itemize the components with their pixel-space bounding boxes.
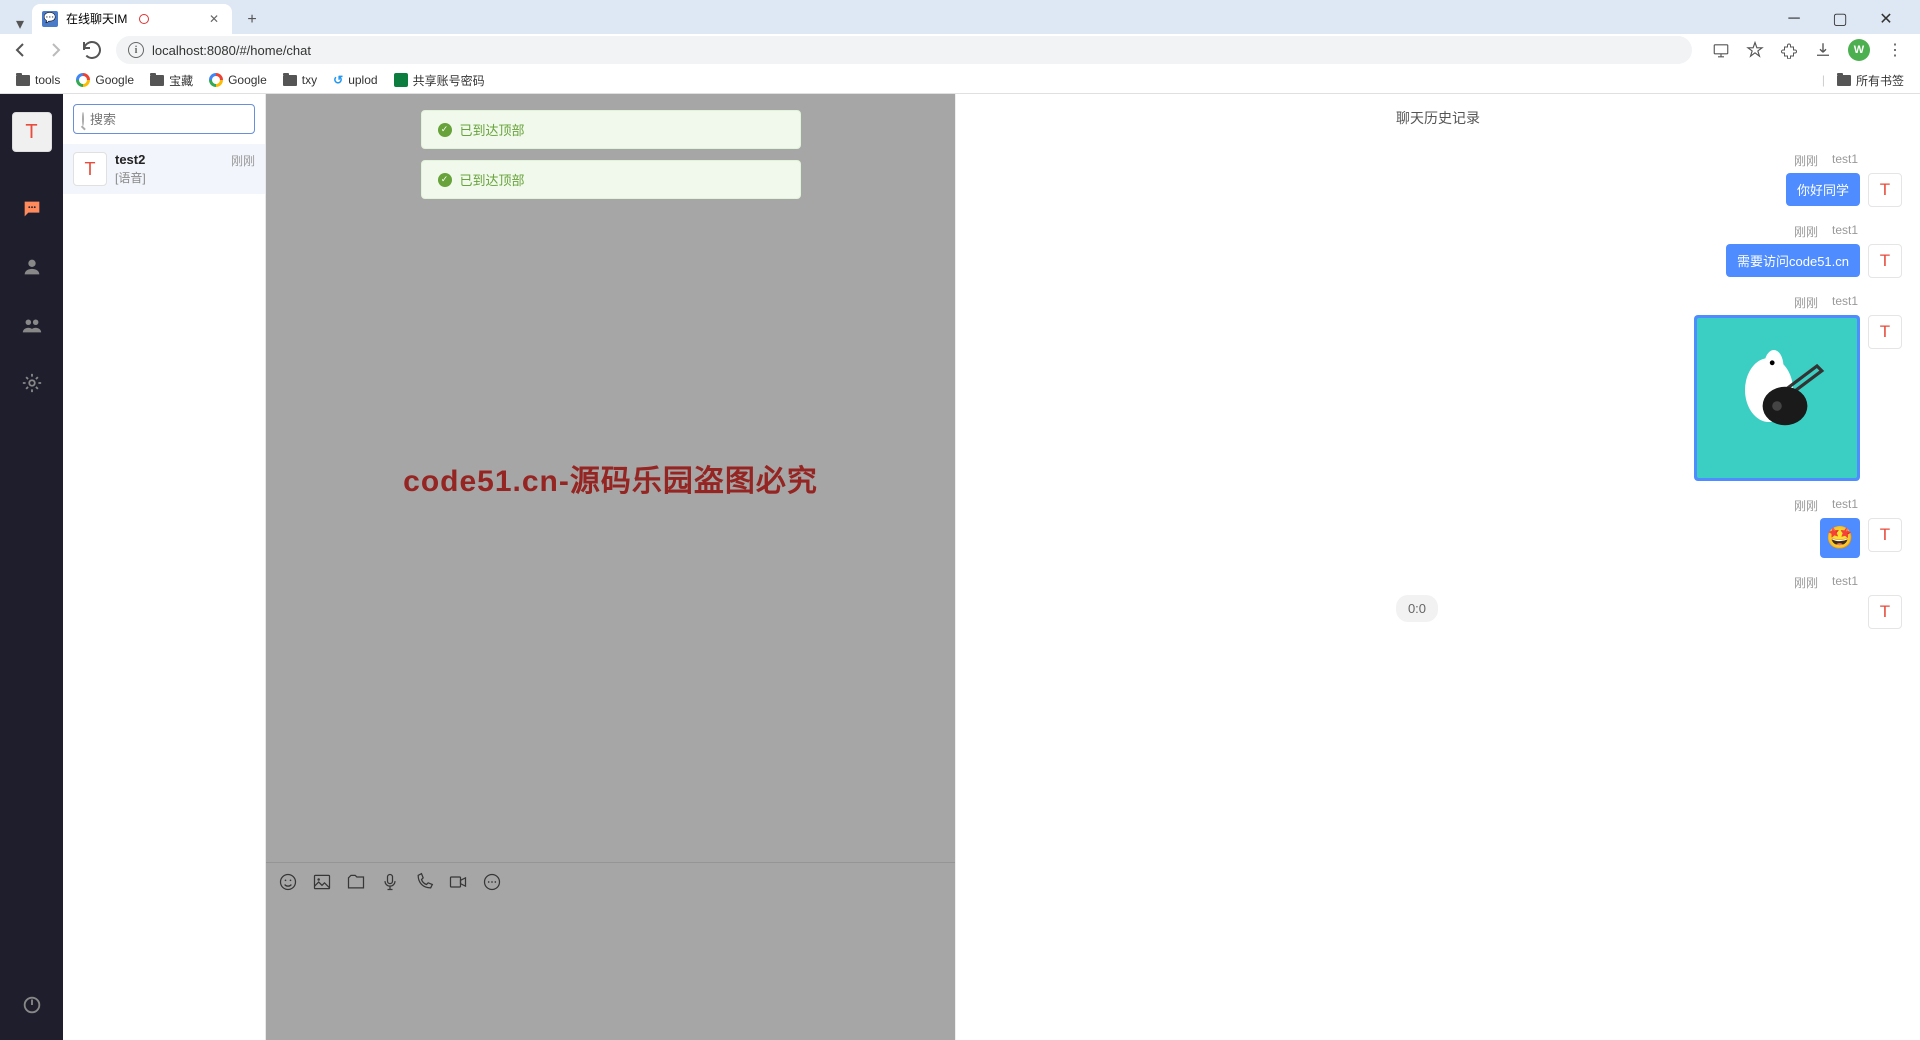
url-text: localhost:8080/#/home/chat — [152, 43, 311, 58]
window-controls: ─ ▢ ✕ — [1772, 4, 1912, 34]
bookmark-upload[interactable]: ↺uplod — [327, 71, 383, 89]
tab-favicon-icon: 💬 — [42, 11, 58, 27]
history-title: 聊天历史记录 — [956, 94, 1920, 142]
bookmark-password[interactable]: 共享账号密码 — [388, 70, 491, 91]
chat-area: ✓ 已到达顶部 ✓ 已到达顶部 code51.cn-源码乐园盗图必究 — [266, 94, 955, 1040]
group-icon[interactable] — [21, 314, 43, 336]
bookmark-tools[interactable]: tools — [10, 71, 66, 89]
success-icon: ✓ — [438, 173, 452, 187]
url-input[interactable]: i localhost:8080/#/home/chat — [116, 36, 1692, 64]
contacts-icon[interactable] — [21, 256, 43, 278]
message-bubble[interactable]: 需要访问code51.cn — [1726, 244, 1860, 277]
close-window-button[interactable]: ✕ — [1864, 4, 1908, 34]
chat-toolbar — [266, 862, 955, 900]
toast-notification: ✓ 已到达顶部 — [421, 110, 801, 149]
address-bar: i localhost:8080/#/home/chat W ⋮ — [0, 34, 1920, 68]
emoji-icon: 🤩 — [1824, 522, 1856, 554]
password-icon — [394, 73, 408, 87]
back-button[interactable] — [8, 38, 32, 62]
browser-chrome: ▾ 💬 在线聊天IM ✕ + ─ ▢ ✕ i localhost:8080/#/… — [0, 0, 1920, 94]
bookmark-google-2[interactable]: Google — [203, 71, 273, 89]
more-button-icon[interactable] — [482, 872, 502, 892]
browser-tab[interactable]: 💬 在线聊天IM ✕ — [32, 4, 232, 34]
tab-bar: ▾ 💬 在线聊天IM ✕ + ─ ▢ ✕ — [0, 0, 1920, 34]
maximize-button[interactable]: ▢ — [1818, 4, 1862, 34]
contact-time: 刚刚 — [231, 152, 255, 186]
search-input-wrap[interactable] — [73, 104, 255, 134]
contact-item[interactable]: T test2 [语音] 刚刚 — [63, 144, 265, 194]
message-item: 刚刚test1 你好同学 T — [974, 152, 1902, 207]
bookmarks-bar: tools Google 宝藏 Google txy ↺uplod 共享账号密码… — [0, 67, 1920, 93]
message-item: 刚刚test1 需要访问code51.cn T — [974, 223, 1902, 278]
app-root: T T test2 [语音] 刚刚 — [0, 94, 1920, 1040]
forward-button[interactable] — [44, 38, 68, 62]
mic-button-icon[interactable] — [380, 872, 400, 892]
power-icon[interactable] — [21, 994, 43, 1016]
reload-button[interactable] — [80, 38, 104, 62]
video-button-icon[interactable] — [448, 872, 468, 892]
extensions-icon[interactable] — [1780, 41, 1798, 59]
screen-icon[interactable] — [1712, 41, 1730, 59]
google-icon — [209, 73, 223, 87]
minimize-button[interactable]: ─ — [1772, 4, 1816, 34]
file-button-icon[interactable] — [346, 872, 366, 892]
tab-title: 在线聊天IM — [66, 10, 127, 27]
search-input[interactable] — [90, 112, 266, 127]
call-button-icon[interactable] — [414, 872, 434, 892]
close-tab-icon[interactable]: ✕ — [206, 11, 222, 27]
star-icon[interactable] — [1746, 41, 1764, 59]
new-tab-button[interactable]: + — [238, 6, 266, 34]
all-bookmarks[interactable]: 所有书签 — [1831, 70, 1910, 91]
bookmark-google[interactable]: Google — [70, 71, 140, 89]
message-avatar[interactable]: T — [1868, 315, 1902, 349]
folder-icon — [150, 75, 164, 86]
menu-icon[interactable]: ⋮ — [1886, 41, 1904, 59]
history-messages[interactable]: 刚刚test1 你好同学 T 刚刚test1 需要访问code51.cn T 刚… — [956, 142, 1920, 1040]
image-button-icon[interactable] — [312, 872, 332, 892]
bookmark-txy[interactable]: txy — [277, 71, 323, 89]
message-sticker[interactable] — [1694, 315, 1860, 481]
site-info-icon[interactable]: i — [128, 42, 144, 58]
folder-icon — [16, 75, 30, 86]
bookmark-baozang[interactable]: 宝藏 — [144, 70, 199, 91]
contact-list: T test2 [语音] 刚刚 — [63, 94, 266, 1040]
upload-icon: ↺ — [333, 73, 343, 87]
search-icon — [82, 112, 84, 126]
message-avatar[interactable]: T — [1868, 173, 1902, 207]
audio-duration[interactable]: 0:0 — [1396, 595, 1438, 622]
message-avatar[interactable]: T — [1868, 518, 1902, 552]
message-item: 刚刚test1 T — [974, 294, 1902, 481]
folder-icon — [1837, 75, 1851, 86]
emoji-button-icon[interactable] — [278, 872, 298, 892]
message-emoji[interactable]: 🤩 — [1820, 518, 1860, 558]
chat-input[interactable] — [266, 900, 955, 1040]
chat-icon[interactable] — [21, 198, 43, 220]
message-item: 刚刚test1 0:0 T — [974, 574, 1902, 629]
toast-notification: ✓ 已到达顶部 — [421, 160, 801, 199]
contact-avatar: T — [73, 152, 107, 186]
user-avatar[interactable]: T — [12, 112, 52, 152]
chat-messages[interactable]: ✓ 已到达顶部 ✓ 已到达顶部 code51.cn-源码乐园盗图必究 — [266, 94, 955, 862]
profile-avatar[interactable]: W — [1848, 39, 1870, 61]
sticker-icon — [1697, 318, 1857, 478]
google-icon — [76, 73, 90, 87]
contact-name: test2 — [115, 152, 223, 167]
success-icon: ✓ — [438, 123, 452, 137]
recording-icon — [139, 14, 149, 24]
sidebar: T — [0, 94, 63, 1040]
settings-icon[interactable] — [21, 372, 43, 394]
watermark-text: code51.cn-源码乐园盗图必究 — [403, 456, 818, 500]
message-avatar[interactable]: T — [1868, 244, 1902, 278]
download-icon[interactable] — [1814, 41, 1832, 59]
message-avatar[interactable]: T — [1868, 595, 1902, 629]
folder-icon — [283, 75, 297, 86]
message-bubble[interactable]: 你好同学 — [1786, 173, 1860, 206]
tab-dropdown-icon[interactable]: ▾ — [8, 14, 32, 34]
history-panel: 聊天历史记录 刚刚test1 你好同学 T 刚刚test1 需要访问code51… — [955, 94, 1920, 1040]
contact-preview: [语音] — [115, 169, 223, 186]
message-item: 刚刚test1 🤩 T — [974, 497, 1902, 558]
